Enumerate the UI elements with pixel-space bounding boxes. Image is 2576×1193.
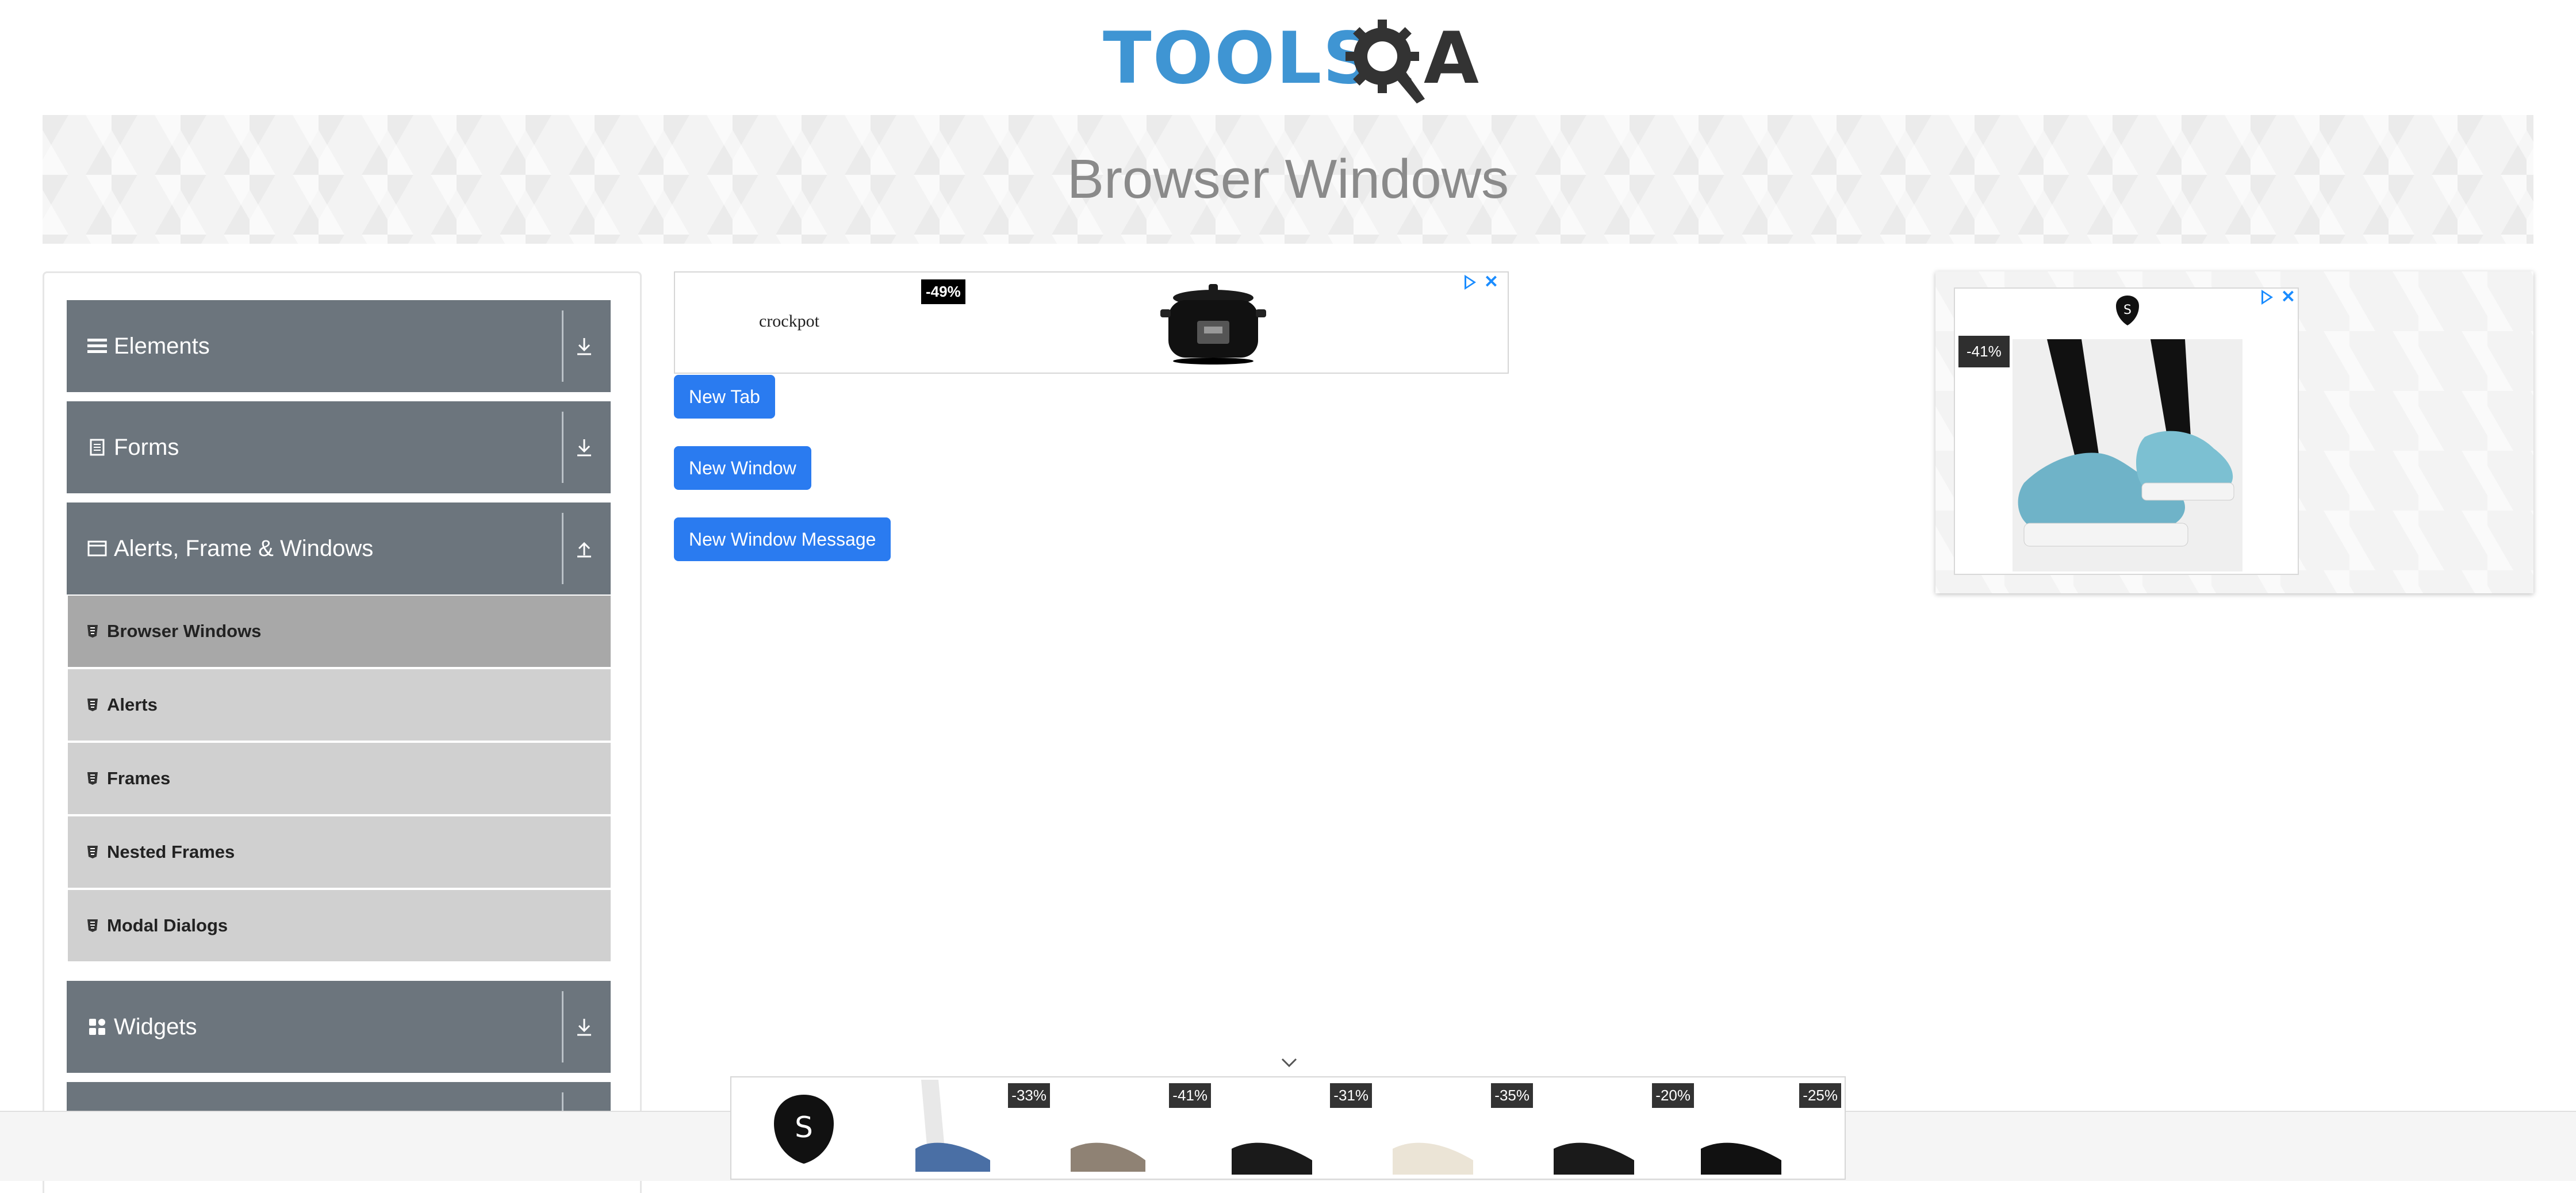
upload-icon[interactable] bbox=[567, 531, 601, 566]
slow-cooker-image bbox=[1160, 284, 1266, 365]
divider bbox=[562, 991, 564, 1062]
sidebar-group-widgets[interactable]: Widgets bbox=[67, 981, 611, 1073]
download-icon[interactable] bbox=[567, 329, 601, 363]
chevron-down-icon[interactable] bbox=[1278, 1054, 1301, 1072]
sidebar-item-frames[interactable]: Frames bbox=[68, 743, 611, 814]
brand-logo-icon: S bbox=[2116, 296, 2139, 325]
sidebar-item-label: Modal Dialogs bbox=[107, 915, 228, 935]
sidebar-item-browser-windows[interactable]: Browser Windows bbox=[68, 596, 611, 667]
html5-icon bbox=[86, 918, 99, 933]
sidebar-group-elements[interactable]: Elements bbox=[67, 300, 611, 392]
download-icon[interactable] bbox=[567, 430, 601, 465]
sidebar-group-label: Elements bbox=[114, 333, 210, 359]
sidebar-item-alerts[interactable]: Alerts bbox=[68, 669, 611, 741]
product-tile[interactable]: -20% bbox=[1542, 1080, 1696, 1177]
sidebar-item-label: Frames bbox=[107, 768, 171, 788]
side-ad[interactable]: S ✕ -41% bbox=[1935, 271, 2533, 593]
product-tile[interactable]: -33% bbox=[898, 1080, 1052, 1177]
new-tab-button[interactable]: New Tab bbox=[674, 375, 775, 419]
logo-tools-text: TOOLS bbox=[1103, 17, 1375, 100]
product-tile[interactable]: -41% bbox=[1059, 1080, 1213, 1177]
discount-badge: -41% bbox=[1169, 1083, 1211, 1108]
discount-badge: -31% bbox=[1330, 1083, 1372, 1108]
product-image bbox=[2012, 339, 2242, 571]
ad-banner[interactable]: crockpot -49% ✕ bbox=[674, 271, 1509, 374]
product-tile[interactable]: -35% bbox=[1381, 1080, 1535, 1177]
toolsqa-logo[interactable]: TOOLS A bbox=[1103, 16, 1479, 105]
logo-a-text: A bbox=[1424, 17, 1479, 100]
adchoices-icon[interactable] bbox=[1464, 275, 1476, 290]
divider bbox=[562, 412, 564, 483]
svg-text:S: S bbox=[795, 1111, 813, 1144]
ad-choices[interactable]: ✕ bbox=[2261, 289, 2295, 306]
sidebar-group-label: Alerts, Frame & Windows bbox=[114, 535, 374, 561]
html5-icon bbox=[86, 624, 99, 639]
sidebar-item-modal-dialogs[interactable]: Modal Dialogs bbox=[68, 890, 611, 961]
ad-card[interactable]: S ✕ -41% bbox=[1954, 287, 2299, 575]
document-icon bbox=[87, 438, 107, 457]
page-banner: Browser Windows bbox=[43, 115, 2533, 244]
sidebar-group-label: Widgets bbox=[114, 1014, 197, 1039]
discount-badge: -33% bbox=[1008, 1083, 1050, 1108]
discount-badge: -49% bbox=[921, 279, 965, 304]
html5-icon bbox=[86, 771, 99, 786]
divider bbox=[562, 310, 564, 382]
sidebar-group-alerts-frame-windows[interactable]: Alerts, Frame & Windows bbox=[67, 502, 611, 594]
new-window-button[interactable]: New Window bbox=[674, 446, 811, 490]
discount-badge: -25% bbox=[1799, 1083, 1841, 1108]
sidebar-item-label: Alerts bbox=[107, 695, 158, 715]
product-tile[interactable]: -25% bbox=[1689, 1080, 1843, 1177]
html5-icon bbox=[86, 845, 99, 860]
hamburger-icon bbox=[87, 336, 107, 356]
close-icon[interactable]: ✕ bbox=[2281, 289, 2295, 306]
sidebar-group-forms[interactable]: Forms bbox=[67, 401, 611, 493]
sidebar-item-nested-frames[interactable]: Nested Frames bbox=[68, 816, 611, 888]
html5-icon bbox=[86, 697, 99, 712]
download-icon[interactable] bbox=[567, 1010, 601, 1044]
discount-badge: -35% bbox=[1491, 1083, 1533, 1108]
ad-brand: crockpot bbox=[759, 312, 819, 331]
grid-icon bbox=[87, 1017, 107, 1037]
sidebar-item-label: Browser Windows bbox=[107, 621, 262, 641]
svg-text:S: S bbox=[2123, 303, 2132, 317]
window-icon bbox=[87, 539, 107, 558]
divider bbox=[562, 513, 564, 584]
sidebar-item-label: Nested Frames bbox=[107, 842, 235, 862]
new-window-message-button[interactable]: New Window Message bbox=[674, 517, 891, 561]
close-icon[interactable]: ✕ bbox=[1484, 274, 1498, 291]
ad-choices[interactable]: ✕ bbox=[1464, 274, 1498, 291]
discount-badge: -20% bbox=[1652, 1083, 1694, 1108]
brand-logo-icon: S bbox=[774, 1095, 834, 1164]
discount-badge: -41% bbox=[1958, 336, 2010, 367]
sidebar-group-label: Forms bbox=[114, 434, 179, 460]
bottom-ad[interactable]: S -33% -41% -31% -35% -20% -25% bbox=[730, 1076, 1846, 1180]
adchoices-icon[interactable] bbox=[2261, 290, 2273, 305]
gear-q-icon bbox=[1346, 20, 1425, 103]
page-title: Browser Windows bbox=[1067, 148, 1509, 210]
product-tile[interactable]: -31% bbox=[1220, 1080, 1374, 1177]
